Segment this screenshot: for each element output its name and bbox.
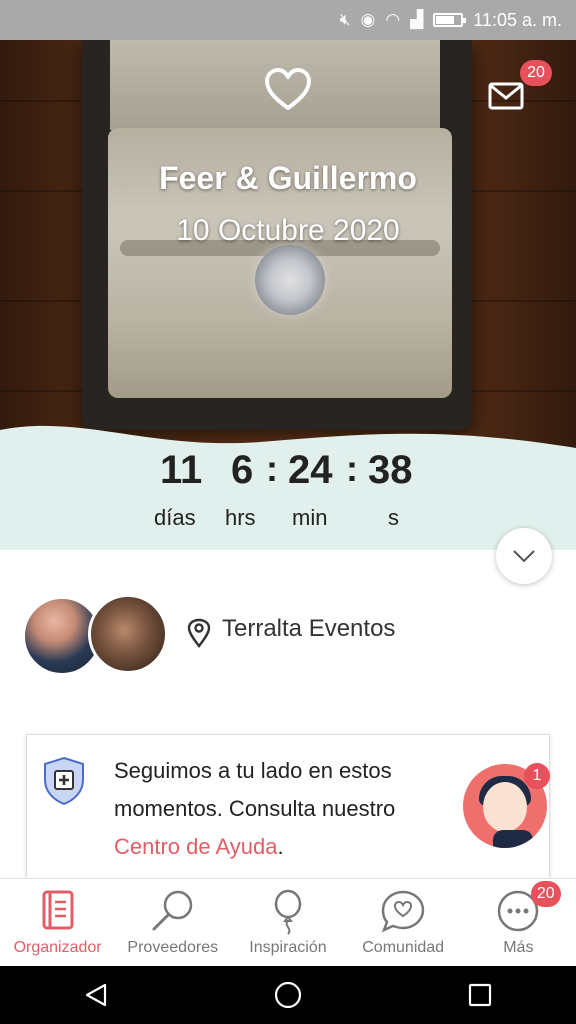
help-center-link[interactable]: Centro de Ayuda [114,834,278,859]
system-nav-bar [0,966,576,1024]
bottom-nav: Organizador Proveedores Inspiración Comu… [0,878,576,967]
location-pin-icon [187,618,211,648]
countdown-separator: : [346,448,358,489]
countdown-hours: 6 [231,448,254,492]
balloon-icon [274,889,302,935]
help-message: Seguimos a tu lado en estos momentos. Co… [114,758,396,859]
nav-mas[interactable]: Más 20 [461,879,576,967]
battery-icon [433,13,467,27]
chevron-down-icon [513,550,535,563]
expand-button[interactable] [496,528,552,584]
countdown-days: 11 [160,448,203,492]
countdown-minutes: 24 [288,448,333,492]
back-icon[interactable] [83,982,109,1008]
recents-icon[interactable] [467,982,493,1008]
nav-proveedores[interactable]: Proveedores [115,879,230,967]
nav-comunidad[interactable]: Comunidad [346,879,461,967]
venue-name[interactable]: Terralta Eventos [222,615,395,643]
magnifier-icon [152,890,193,931]
nav-inspiracion[interactable]: Inspiración [230,879,345,967]
eye-comfort-icon: ◉ [360,10,376,29]
countdown-days-label: días [154,505,196,530]
home-icon[interactable] [274,981,302,1009]
chat-heart-icon [381,890,425,933]
status-time: 11:05 a. m. [473,9,562,30]
heart-logo-icon [265,68,311,110]
wedding-date: 10 Octubre 2020 [176,214,400,247]
couple-names: Feer & Guillermo [159,160,417,196]
messages-button[interactable] [488,82,524,110]
countdown-separator: : [266,448,278,489]
planner-icon [42,890,74,930]
messages-badge: 20 [520,60,552,86]
mute-icon: 🔇︎ [339,10,351,29]
nav-organizador[interactable]: Organizador [0,879,115,967]
shield-plus-icon [44,756,84,806]
signal-icon: ▟ [410,10,424,29]
wifi-icon: ◠ [385,10,401,29]
avatar-partner-2[interactable] [88,594,168,674]
assistant-badge: 1 [524,763,550,789]
countdown-minutes-label: min [292,505,328,530]
countdown-seconds: 38 [368,448,413,492]
countdown-seconds-label: s [388,505,399,530]
status-bar: 🔇︎ ◉ ◠ ▟ 11:05 a. m. [0,0,576,40]
countdown-hours-label: hrs [225,505,256,530]
more-badge: 20 [530,881,561,907]
